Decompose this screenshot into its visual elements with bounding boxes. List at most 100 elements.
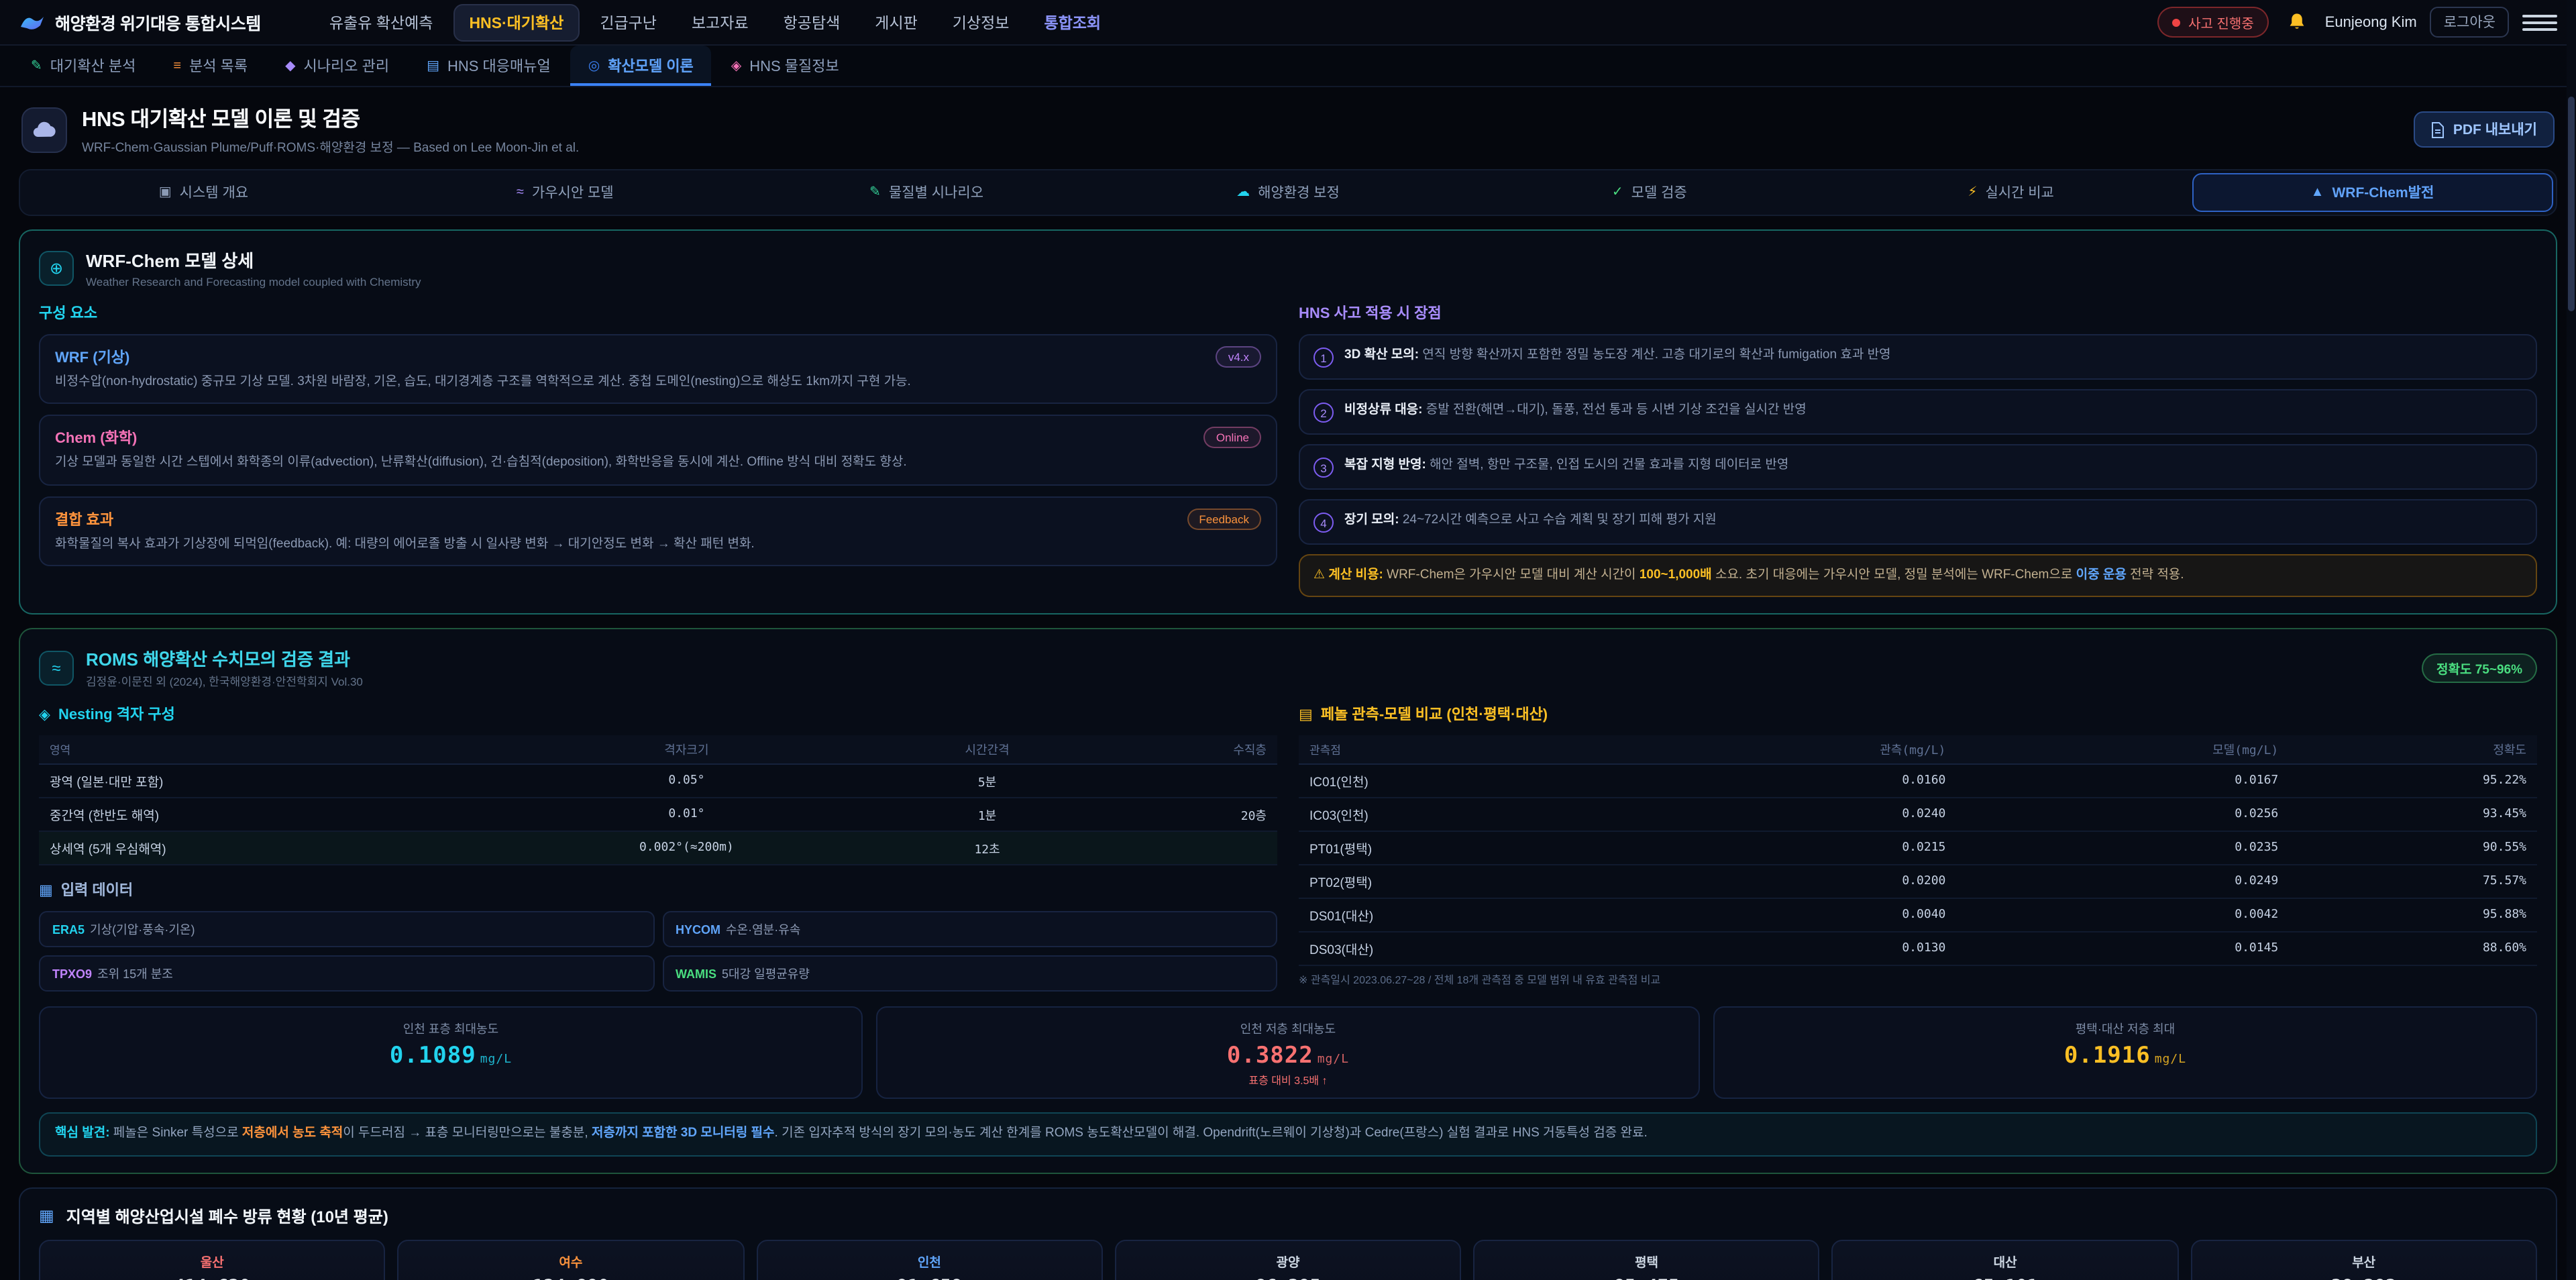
scrollbar-thumb[interactable] <box>2568 97 2575 311</box>
user-name: Eunjeong Kim <box>2325 14 2417 30</box>
bell-icon <box>2288 12 2306 32</box>
discharge-card-ulsan: 울산 414,620 m³/일 1,037건↑ <box>39 1240 386 1280</box>
ocean-wave-icon: ≈ <box>39 651 74 686</box>
comparison-column: ▤ 페놀 관측-모델 비교 (인천·평택·대산) 관측점 관측(mg/L) 모델… <box>1299 704 2537 992</box>
nav-item-hns-air[interactable]: HNS·대기확산 <box>453 3 580 41</box>
grid-icon: ◈ <box>39 706 50 723</box>
subnav-item-scenario-manage[interactable]: ◆ 시나리오 관리 <box>268 46 407 86</box>
stat-pyeongtaek-daesan-bottom: 평택·대산 저층 최대 0.1916mg/L <box>1713 1007 2537 1100</box>
table-row: IC03(인천) 0.0240 0.0256 93.45% <box>1299 798 2537 832</box>
subnav-label: HNS 물질정보 <box>749 55 839 76</box>
table-row: PT02(평택) 0.0200 0.0249 75.57% <box>1299 865 2537 899</box>
input-era5: ERA5기상(기압·풍속·기온) <box>39 912 654 948</box>
app-logo: 해양환경 위기대응 통합시스템 <box>19 9 261 36</box>
nav-item-integrated-search[interactable]: 통합조회 <box>1029 5 1116 40</box>
wrf-chem-detail-card: ⊕ WRF-Chem 모델 상세 Weather Research and Fo… <box>19 229 2557 615</box>
advantage-item: 2 비정상류 대응: 증발 전환(해면→대기), 돌풍, 전선 통과 등 시변 … <box>1299 389 2537 435</box>
lightning-icon: ⚡ <box>1968 185 1977 200</box>
advantage-title: 3D 확산 모의: <box>1344 348 1419 362</box>
warning-label: 계산 비용: <box>1328 568 1383 582</box>
nav-item-aerial-search[interactable]: 항공탐색 <box>769 5 855 40</box>
comparison-note: ※ 관측일시 2023.06.27~28 / 전체 18개 관측점 중 모델 범… <box>1299 973 2537 988</box>
roms-validation-card: ≈ ROMS 해양확산 수치모의 검증 결과 김정윤·이문진 외 (2024),… <box>19 629 2557 1174</box>
main-menu: 유출유 확산예측 HNS·대기확산 긴급구난 보고자료 항공탐색 게시판 기상정… <box>315 3 2144 41</box>
section-tabs: ▣시스템 개요 ≈가우시안 모델 ✎물질별 시나리오 ☁해양환경 보정 ✓모델 … <box>19 169 2557 216</box>
subnav-label: 대기확산 분석 <box>50 55 136 76</box>
stat-incheon-bottom: 인천 저층 최대농도 0.3822mg/L 표층 대비 3.5배 ↑ <box>876 1007 1700 1100</box>
book-icon: ▤ <box>427 58 439 73</box>
subnav-label: HNS 대응매뉴얼 <box>447 55 551 76</box>
tab-wrf-chem[interactable]: ▲WRF-Chem발전 <box>2192 173 2553 212</box>
top-right-cluster: 사고 진행중 Eunjeong Kim 로그아웃 <box>2157 7 2557 38</box>
tab-gaussian-model[interactable]: ≈가우시안 모델 <box>384 173 746 212</box>
discharge-card-incheon: 인천 91,658 m³/일 1,473건↑ <box>756 1240 1103 1280</box>
component-title: WRF (기상) <box>55 346 129 368</box>
advantage-desc: 해안 절벽, 항만 구조물, 인접 도시의 건물 효과를 지형 데이터로 반영 <box>1430 458 1788 472</box>
input-data-grid: ERA5기상(기압·풍속·기온) HYCOM수온·염분·유속 TPXO9조위 1… <box>39 912 1277 992</box>
number-badge: 1 <box>1313 348 1334 368</box>
component-desc: 비정수압(non-hydrostatic) 중규모 기상 모델. 3차원 바람장… <box>55 373 1261 392</box>
subnav-item-air-analysis[interactable]: ✎ 대기확산 분석 <box>13 46 153 86</box>
hamburger-menu-button[interactable] <box>2522 7 2557 37</box>
wrf-card-title: WRF-Chem 모델 상세 <box>86 247 421 272</box>
discharge-card-busan: 부산 38,292 m³/일 469건↑ <box>2190 1240 2537 1280</box>
tab-system-overview[interactable]: ▣시스템 개요 <box>23 173 384 212</box>
pencil-icon: ✎ <box>31 58 42 73</box>
component-coupling: 결합 효과 Feedback 화학물질의 복사 효과가 기상장에 되먹임(fee… <box>39 496 1277 566</box>
subnav-item-response-manual[interactable]: ▤ HNS 대응매뉴얼 <box>409 46 568 86</box>
table-row: PT01(평택) 0.0215 0.0235 90.55% <box>1299 832 2537 865</box>
list-icon: ≡ <box>173 58 181 73</box>
pencil-icon: ✎ <box>869 185 881 200</box>
advantages-heading: HNS 사고 적용 시 장점 <box>1299 302 2537 323</box>
cloud-icon: ☁ <box>1236 185 1250 200</box>
subnav-item-substance-info[interactable]: ◈ HNS 물질정보 <box>714 46 857 86</box>
component-desc: 기상 모델과 동일한 시간 스텝에서 화학종의 이류(advection), 난… <box>55 454 1261 474</box>
online-badge: Online <box>1204 427 1261 449</box>
concentration-stats: 인천 표층 최대농도 0.1089mg/L 인천 저층 최대농도 0.3822m… <box>39 1007 2537 1100</box>
subnav-label: 시나리오 관리 <box>304 55 390 76</box>
globe-icon: ⊕ <box>39 250 74 285</box>
comparison-table: 관측점 관측(mg/L) 모델(mg/L) 정확도 IC01(인천) 0.016… <box>1299 736 2537 967</box>
nesting-table: 영역 격자크기 시간간격 수직층 광역 (일본·대만 포함) 0.05° 5분 <box>39 736 1277 866</box>
computation-cost-warning: ⚠ 계산 비용: WRF-Chem은 가우시안 모델 대비 계산 시간이 100… <box>1299 554 2537 598</box>
nav-item-rescue[interactable]: 긴급구난 <box>585 5 672 40</box>
pdf-export-button[interactable]: PDF 내보내기 <box>2414 111 2555 148</box>
feedback-badge: Feedback <box>1187 508 1261 529</box>
subnav-item-analysis-list[interactable]: ≡ 분석 목록 <box>156 46 265 86</box>
tab-model-validation[interactable]: ✓모델 검증 <box>1468 173 1830 212</box>
app-title: 해양환경 위기대응 통합시스템 <box>55 9 261 35</box>
database-icon: ▦ <box>39 882 53 899</box>
warning-icon: ⚠ <box>1313 568 1325 582</box>
subnav-label: 확산모델 이론 <box>608 55 694 76</box>
flask-icon: ◎ <box>588 58 600 73</box>
nav-item-oil-diffusion[interactable]: 유출유 확산예측 <box>315 5 448 40</box>
discharge-card-gwangyang: 광양 86,395 m³/일 781건↑ <box>1115 1240 1462 1280</box>
roms-card-header: ≈ ROMS 해양확산 수치모의 검증 결과 김정윤·이문진 외 (2024),… <box>39 646 2537 690</box>
incident-status-badge[interactable]: 사고 진행중 <box>2157 7 2269 38</box>
col-header: 관측(mg/L) <box>1623 736 1956 765</box>
nav-item-weather[interactable]: 기상정보 <box>938 5 1024 40</box>
tab-realtime-compare[interactable]: ⚡실시간 비교 <box>1830 173 2192 212</box>
dual-operation-link[interactable]: 이중 운용 <box>2076 568 2127 582</box>
nav-item-reports[interactable]: 보고자료 <box>677 5 763 40</box>
subnav-item-model-theory[interactable]: ◎ 확산모델 이론 <box>571 46 711 86</box>
rocket-icon: ▲ <box>2311 185 2324 200</box>
substance-icon: ◈ <box>731 58 741 73</box>
advantage-desc: 증발 전환(해면→대기), 돌풍, 전선 통과 등 시변 기상 조건을 실시간 … <box>1426 403 1807 417</box>
nav-item-board[interactable]: 게시판 <box>860 5 932 40</box>
logout-button[interactable]: 로그아웃 <box>2430 7 2509 38</box>
component-title: Chem (화학) <box>55 427 137 449</box>
col-header: 관측점 <box>1299 736 1623 765</box>
tab-marine-correction[interactable]: ☁해양환경 보정 <box>1108 173 1469 212</box>
tab-substance-scenario[interactable]: ✎물질별 시나리오 <box>746 173 1108 212</box>
col-header: 격자크기 <box>495 736 879 765</box>
roms-card-title: ROMS 해양확산 수치모의 검증 결과 <box>86 646 363 672</box>
input-tpxo9: TPXO9조위 15개 분조 <box>39 956 654 992</box>
notification-bell-button[interactable] <box>2282 7 2312 37</box>
discharge-card-pyeongtaek: 평택 85,475 m³/일 745건↑ <box>1473 1240 1820 1280</box>
advantage-item: 3 복잡 지형 반영: 해안 절벽, 항만 구조물, 인접 도시의 건물 효과를… <box>1299 444 2537 490</box>
input-hycom: HYCOM수온·염분·유속 <box>662 912 1277 948</box>
table-row-highlighted: 상세역 (5개 우심해역) 0.002°(≈200m) 12초 <box>39 832 1277 865</box>
page-subtitle: WRF-Chem·Gaussian Plume/Puff·ROMS·해양환경 보… <box>82 137 579 156</box>
wrf-card-header: ⊕ WRF-Chem 모델 상세 Weather Research and Fo… <box>39 247 2537 288</box>
